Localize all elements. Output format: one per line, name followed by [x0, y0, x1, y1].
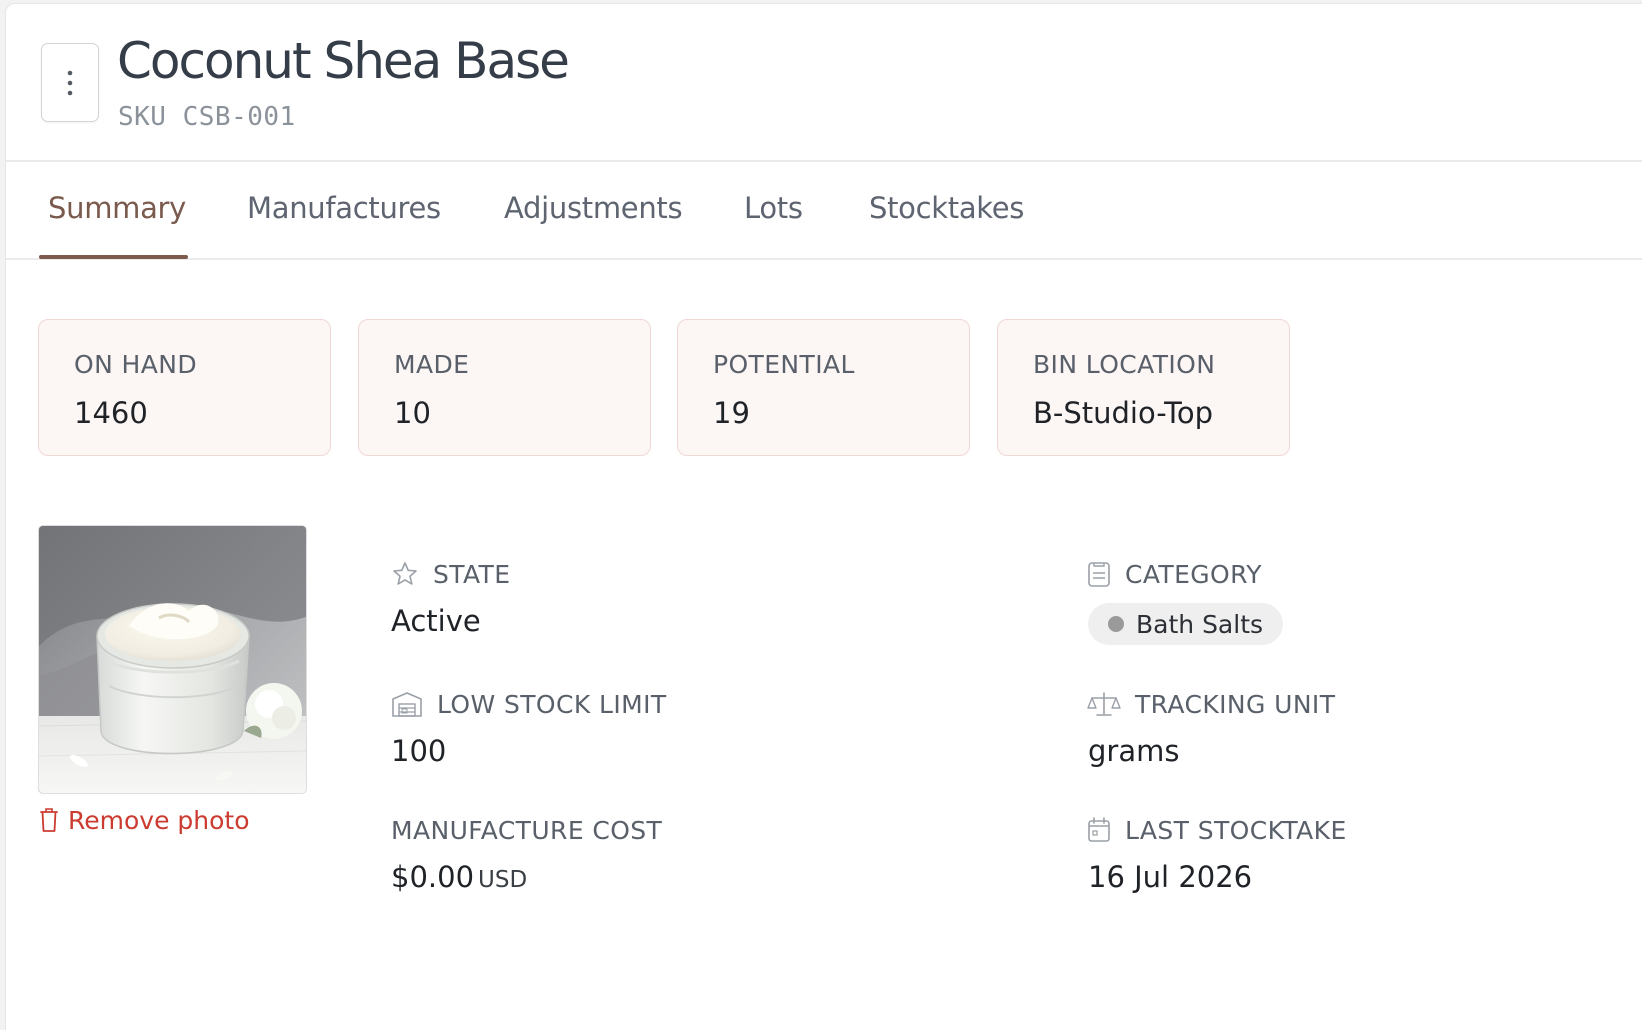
- manufacture-cost-currency: USD: [478, 867, 528, 893]
- stat-card-on-hand: ON HAND 1460: [38, 319, 331, 456]
- stat-value: 19: [713, 396, 750, 430]
- manufacture-cost-amount: $0.00: [391, 860, 475, 894]
- stat-card-potential: POTENTIAL 19: [677, 319, 970, 456]
- sku-label: SKU CSB-001: [118, 102, 296, 132]
- more-actions-button[interactable]: [41, 43, 99, 122]
- product-detail-panel: Coconut Shea Base SKU CSB-001 Summary Ma…: [5, 3, 1642, 1030]
- state-value: Active: [391, 604, 481, 638]
- tracking-unit-label: TRACKING UNIT: [1087, 688, 1335, 720]
- stat-card-bin-location: BIN LOCATION B-Studio-Top: [997, 319, 1290, 456]
- page-header: Coconut Shea Base SKU CSB-001: [6, 4, 1642, 162]
- tab-manufactures[interactable]: Manufactures: [247, 162, 441, 260]
- category-chip-label: Bath Salts: [1136, 609, 1264, 639]
- calendar-icon: [1088, 817, 1110, 842]
- remove-photo-button[interactable]: Remove photo: [38, 804, 250, 836]
- active-tab-indicator: [39, 255, 188, 259]
- star-icon: [393, 562, 417, 585]
- stat-label: POTENTIAL: [713, 350, 855, 379]
- stat-value: 10: [394, 396, 431, 430]
- product-photo[interactable]: [38, 525, 307, 794]
- stat-label: BIN LOCATION: [1033, 350, 1216, 379]
- product-image: [39, 526, 306, 793]
- category-label-text: CATEGORY: [1125, 559, 1262, 589]
- manufacture-cost-label-text: MANUFACTURE COST: [391, 815, 663, 845]
- scale-icon: [1087, 692, 1121, 716]
- low-stock-limit-label: LOW STOCK LIMIT: [391, 688, 667, 720]
- clipboard-icon: [1088, 562, 1110, 587]
- tab-summary[interactable]: Summary: [48, 162, 186, 260]
- remove-photo-label: Remove photo: [68, 805, 250, 835]
- stat-card-made: MADE 10: [358, 319, 651, 456]
- low-stock-limit-value: 100: [391, 734, 447, 768]
- category-color-dot: [1108, 616, 1124, 632]
- tab-adjustments[interactable]: Adjustments: [504, 162, 683, 260]
- state-label: STATE: [391, 558, 510, 590]
- category-label: CATEGORY: [1087, 558, 1262, 590]
- tab-bar: Summary Manufactures Adjustments Lots St…: [6, 162, 1642, 260]
- last-stocktake-label: LAST STOCKTAKE: [1087, 814, 1347, 846]
- category-chip[interactable]: Bath Salts: [1088, 603, 1284, 645]
- trash-icon: [40, 808, 58, 832]
- tracking-unit-label-text: TRACKING UNIT: [1135, 689, 1336, 719]
- low-stock-limit-label-text: LOW STOCK LIMIT: [437, 689, 667, 719]
- manufacture-cost-value: $0.00 USD: [391, 860, 527, 894]
- last-stocktake-value: 16 Jul 2026: [1088, 860, 1253, 894]
- state-label-text: STATE: [433, 559, 511, 589]
- vertical-ellipsis-icon: [67, 70, 73, 95]
- stat-value: B-Studio-Top: [1033, 396, 1214, 430]
- warehouse-icon: [392, 692, 422, 717]
- manufacture-cost-label: MANUFACTURE COST: [391, 814, 662, 846]
- tracking-unit-value: grams: [1088, 734, 1180, 768]
- stat-value: 1460: [74, 396, 148, 430]
- stat-label: ON HAND: [74, 350, 197, 379]
- page-title: Coconut Shea Base: [117, 32, 570, 90]
- last-stocktake-label-text: LAST STOCKTAKE: [1125, 815, 1347, 845]
- tab-lots[interactable]: Lots: [744, 162, 803, 260]
- tab-stocktakes[interactable]: Stocktakes: [869, 162, 1024, 260]
- stat-label: MADE: [394, 350, 470, 379]
